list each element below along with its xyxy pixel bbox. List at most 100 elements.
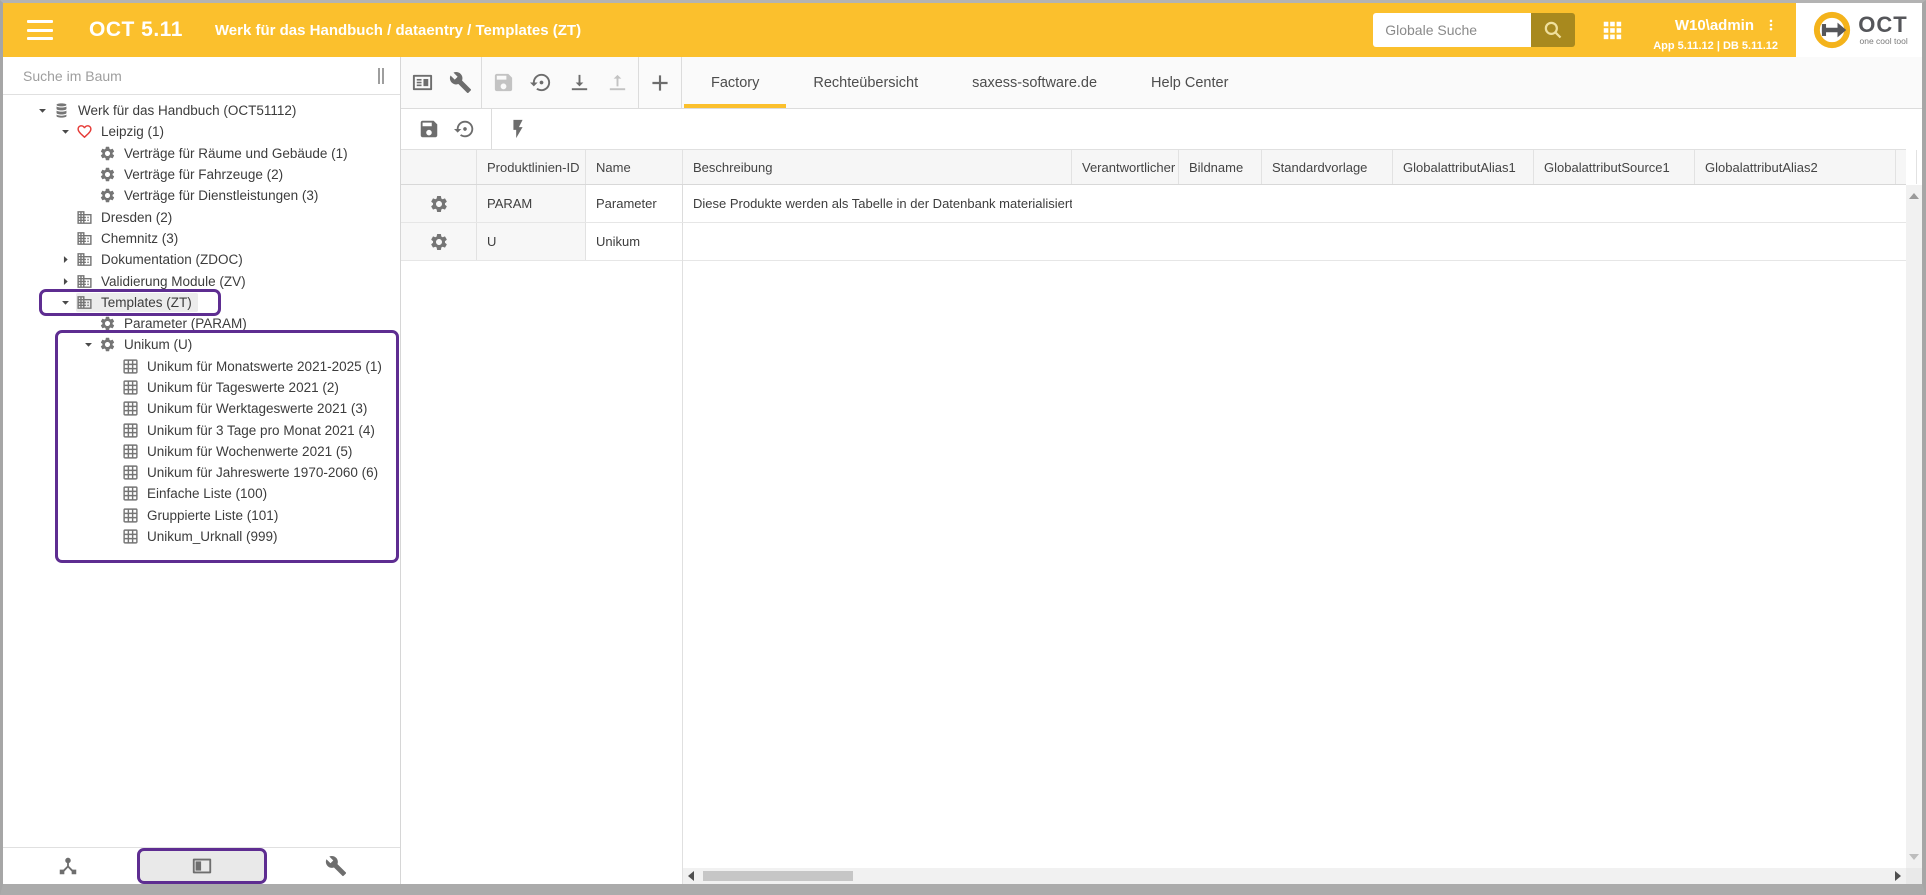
table-cell[interactable]: [1534, 185, 1695, 222]
download-button[interactable]: [560, 57, 598, 109]
tree-item-content[interactable]: Templates (ZT): [76, 293, 198, 312]
global-search-button[interactable]: [1531, 13, 1575, 47]
tab-factory[interactable]: Factory: [684, 57, 786, 108]
horizontal-scrollbar[interactable]: [683, 868, 1906, 884]
configure-button[interactable]: [441, 57, 479, 109]
table-cell[interactable]: Unikum: [586, 223, 683, 260]
tree-item[interactable]: Verträge für Dienstleistungen (3): [3, 185, 400, 206]
tree-item[interactable]: Chemnitz (3): [3, 228, 400, 249]
table-cell[interactable]: [1534, 223, 1695, 260]
vertical-scrollbar[interactable]: [1906, 185, 1922, 868]
column-header-produktlinien-id[interactable]: Produktlinien-ID: [477, 150, 586, 184]
horizontal-scroll-thumb[interactable]: [703, 871, 853, 881]
tab-rechte-bersicht[interactable]: Rechteübersicht: [786, 57, 945, 108]
table-cell[interactable]: [1695, 185, 1896, 222]
history-button[interactable]: [522, 57, 560, 109]
tree-item-content[interactable]: Chemnitz (3): [76, 229, 184, 248]
table-cell[interactable]: Parameter: [586, 185, 683, 222]
tree-item-content[interactable]: Gruppierte Liste (101): [122, 506, 284, 525]
table-cell[interactable]: [1393, 185, 1534, 222]
dataentry-panel-button[interactable]: [137, 848, 267, 884]
table-row[interactable]: UUnikum: [401, 223, 1906, 261]
grid-history-button[interactable]: [447, 109, 483, 149]
tree-item[interactable]: Verträge für Räume und Gebäude (1): [3, 143, 400, 164]
tree-item-content[interactable]: Dresden (2): [76, 208, 178, 227]
table-cell[interactable]: PARAM: [477, 185, 586, 222]
grid-execute-button[interactable]: [500, 109, 536, 149]
tree-item-content[interactable]: Verträge für Dienstleistungen (3): [99, 186, 324, 205]
expander-expanded-icon[interactable]: [54, 123, 76, 141]
tree-item[interactable]: Dresden (2): [3, 206, 400, 227]
splitter-handle[interactable]: [378, 68, 392, 84]
table-cell[interactable]: [1262, 185, 1393, 222]
tab-saxess-software-de[interactable]: saxess-software.de: [945, 57, 1124, 108]
column-header-beschreibung[interactable]: Beschreibung: [683, 150, 1072, 184]
table-cell[interactable]: [1393, 223, 1534, 260]
tree-item[interactable]: Unikum für Monatswerte 2021-2025 (1): [3, 356, 400, 377]
tree-item[interactable]: Parameter (PARAM): [3, 313, 400, 334]
tree-item-content[interactable]: Unikum (U): [99, 335, 198, 354]
tree-item[interactable]: Unikum_Urknall (999): [3, 526, 400, 547]
tree-item-content[interactable]: Unikum_Urknall (999): [122, 527, 284, 546]
tree-item[interactable]: Unikum für Wochenwerte 2021 (5): [3, 441, 400, 462]
tree-item-content[interactable]: Unikum für 3 Tage pro Monat 2021 (4): [122, 421, 381, 440]
tree-item-content[interactable]: Einfache Liste (100): [122, 484, 273, 503]
tree-item[interactable]: Templates (ZT): [3, 292, 400, 313]
table-cell[interactable]: [1072, 223, 1179, 260]
table-cell[interactable]: U: [477, 223, 586, 260]
column-header-globalattributalias1[interactable]: GlobalattributAlias1: [1393, 150, 1534, 184]
column-header-verantwortlicher[interactable]: Verantwortlicher: [1072, 150, 1179, 184]
form-view-button[interactable]: [403, 57, 441, 109]
table-cell[interactable]: [1072, 185, 1179, 222]
tree-item[interactable]: Unikum für Jahreswerte 1970-2060 (6): [3, 462, 400, 483]
tree-item[interactable]: Leipzig (1): [3, 121, 400, 142]
column-header-bildname[interactable]: Bildname: [1179, 150, 1262, 184]
expander-expanded-icon[interactable]: [54, 293, 76, 311]
user-menu-icon[interactable]: [1764, 16, 1778, 34]
menu-icon[interactable]: [27, 20, 53, 40]
tree-item[interactable]: Verträge für Fahrzeuge (2): [3, 164, 400, 185]
table-cell[interactable]: [1179, 185, 1262, 222]
expander-collapsed-icon[interactable]: [54, 251, 76, 269]
scroll-down-arrow[interactable]: [1909, 854, 1919, 860]
column-header-standardvorlage[interactable]: Standardvorlage: [1262, 150, 1393, 184]
tree-item-content[interactable]: Werk für das Handbuch (OCT51112): [53, 101, 302, 120]
tree-item-content[interactable]: Verträge für Fahrzeuge (2): [99, 165, 289, 184]
tree-item-content[interactable]: Dokumentation (ZDOC): [76, 250, 249, 269]
scroll-right-arrow[interactable]: [1895, 871, 1901, 881]
row-settings-button[interactable]: [401, 185, 477, 222]
tree-item-content[interactable]: Validierung Module (ZV): [76, 272, 252, 291]
tree-item-content[interactable]: Unikum für Wochenwerte 2021 (5): [122, 442, 358, 461]
grid-save-button[interactable]: [411, 109, 447, 149]
table-cell[interactable]: Diese Produkte werden als Tabelle in der…: [683, 185, 1072, 222]
column-header-globalattributsource1[interactable]: GlobalattributSource1: [1534, 150, 1695, 184]
tree-item-content[interactable]: Unikum für Jahreswerte 1970-2060 (6): [122, 463, 384, 482]
table-cell[interactable]: [1262, 223, 1393, 260]
tree-item-content[interactable]: Unikum für Tageswerte 2021 (2): [122, 378, 345, 397]
tree-panel-button[interactable]: [8, 850, 128, 883]
tree-item[interactable]: Unikum für Tageswerte 2021 (2): [3, 377, 400, 398]
tree-item-content[interactable]: Unikum für Werktageswerte 2021 (3): [122, 399, 373, 418]
table-cell[interactable]: [683, 223, 1072, 260]
tree-item-content[interactable]: Leipzig (1): [76, 122, 170, 141]
tree-item[interactable]: Validierung Module (ZV): [3, 270, 400, 291]
expander-collapsed-icon[interactable]: [54, 272, 76, 290]
tab-help-center[interactable]: Help Center: [1124, 57, 1255, 108]
tree-item-content[interactable]: Unikum für Monatswerte 2021-2025 (1): [122, 357, 388, 376]
global-search-input[interactable]: [1373, 13, 1531, 47]
tree-item[interactable]: Werk für das Handbuch (OCT51112): [3, 100, 400, 121]
tree-item[interactable]: Unikum für 3 Tage pro Monat 2021 (4): [3, 419, 400, 440]
column-header-name[interactable]: Name: [586, 150, 683, 184]
tree-item[interactable]: Unikum (U): [3, 334, 400, 355]
tree-item[interactable]: Gruppierte Liste (101): [3, 505, 400, 526]
tree-item[interactable]: Dokumentation (ZDOC): [3, 249, 400, 270]
scroll-left-arrow[interactable]: [688, 871, 694, 881]
tools-panel-button[interactable]: [276, 850, 396, 883]
table-row[interactable]: PARAMParameterDiese Produkte werden als …: [401, 185, 1906, 223]
row-settings-button[interactable]: [401, 223, 477, 260]
tree-item-content[interactable]: Verträge für Räume und Gebäude (1): [99, 144, 354, 163]
expander-expanded-icon[interactable]: [77, 336, 99, 354]
tree-item[interactable]: Unikum für Werktageswerte 2021 (3): [3, 398, 400, 419]
add-button[interactable]: [641, 57, 679, 109]
tree-item-content[interactable]: Parameter (PARAM): [99, 314, 253, 333]
